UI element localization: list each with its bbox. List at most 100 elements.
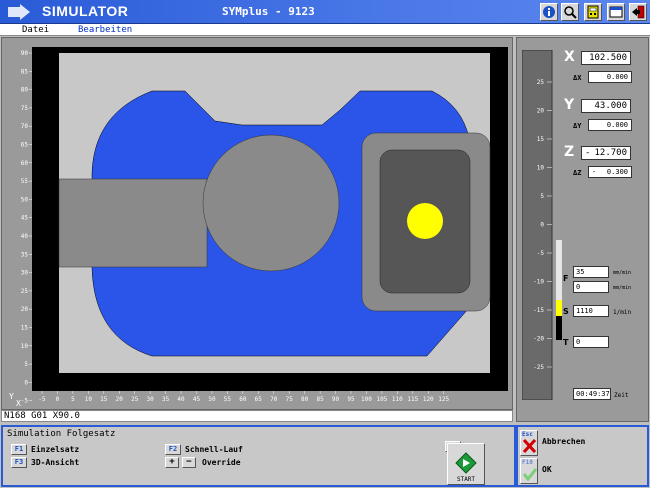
z-tick-label: -10 (533, 279, 544, 286)
f3-key[interactable]: F3 (11, 457, 27, 468)
x-tick-label: 0 (56, 396, 60, 403)
y-tick-label: 0 (24, 379, 28, 386)
ok-button[interactable]: F10 (520, 458, 538, 484)
y-tick-label: 25 (21, 288, 29, 295)
z-tick-label: 10 (537, 165, 545, 172)
x-axis-label: X (16, 399, 21, 408)
zoom-button[interactable] (561, 3, 579, 21)
x-tick-label: 40 (177, 396, 185, 403)
x-tick-label: 20 (116, 396, 124, 403)
x-tick-label: 75 (286, 396, 294, 403)
x-tick-label: 85 (316, 396, 324, 403)
holder-bar (58, 178, 208, 268)
calculator-icon (587, 5, 599, 19)
title-bar: SIMULATOR SYMplus - 9123 (0, 0, 650, 24)
feed-value-2: 0 (573, 281, 609, 293)
menu-bar: Datei Bearbeiten (0, 24, 650, 36)
feed-unit-2: mm/min (613, 285, 632, 291)
tool-letter: T (563, 338, 569, 347)
window-title: SYMplus - 9123 (222, 5, 315, 18)
override-label: Override (202, 458, 241, 467)
start-button[interactable]: START (447, 443, 485, 485)
simulation-view[interactable]: 90 85 80 75 70 65 60 55 50 45 40 35 30 25 20 15 10 5 0 -5 -… (1, 37, 513, 410)
menu-datei[interactable]: Datei (22, 24, 49, 36)
f10-key: F10 (522, 459, 533, 466)
override-minus-button[interactable]: − (182, 457, 196, 468)
delta-y-value: 0.000 (588, 119, 632, 131)
menu-bearbeiten[interactable]: Bearbeiten (78, 24, 132, 36)
x-tick-label: 100 (361, 396, 372, 403)
nc-block-line: N168 G01 X90.0 (1, 410, 513, 422)
z-scale: 25 20 15 10 5 0 -5 -10 -15 -20 -25 (522, 50, 562, 400)
z-tick-label: -25 (533, 364, 544, 371)
level-bar-upper (556, 240, 562, 300)
x-tick-label: 60 (239, 396, 247, 403)
check-icon (523, 468, 537, 481)
ok-label: OK (542, 465, 552, 474)
z-tick-label: 15 (537, 136, 545, 143)
delta-z-label: ΔZ (573, 169, 582, 177)
info-button[interactable] (540, 3, 558, 21)
x-tick-label: 110 (392, 396, 403, 403)
exit-button[interactable] (629, 3, 647, 21)
f1-label: Einzelsatz (31, 445, 80, 454)
cancel-button[interactable]: Esc (520, 430, 538, 456)
app-title: SIMULATOR (42, 3, 129, 19)
z-tick-label: -15 (533, 307, 544, 314)
z-axis-letter: Z (564, 144, 575, 160)
y-tick-label: 85 (21, 68, 29, 75)
spindle-value: 1110 (573, 305, 609, 317)
x-tick-label: 15 (100, 396, 108, 403)
x-tick-label: 90 (332, 396, 340, 403)
x-tick-label: 105 (376, 396, 387, 403)
delta-z-sign: - (592, 168, 597, 176)
panel-title: Simulation Folgesatz (7, 429, 116, 439)
spindle-letter: S (563, 307, 569, 316)
delta-z-box: - 0.300 (588, 166, 632, 178)
calculator-button[interactable] (584, 3, 602, 21)
y-axis-letter: Y (564, 97, 575, 113)
z-tick-label: 25 (537, 79, 545, 86)
x-tick-label: 80 (301, 396, 309, 403)
x-tick-label: 50 (208, 396, 216, 403)
x-tick-label: 45 (193, 396, 201, 403)
spindle-unit: 1/min (613, 309, 632, 316)
f2-key[interactable]: F2 (165, 444, 181, 455)
holder-disc (202, 134, 340, 272)
delta-x-label: ΔX (573, 74, 582, 82)
feed-letter: F (563, 274, 569, 283)
f3-label: 3D-Ansicht (31, 458, 80, 467)
window-button[interactable] (607, 3, 625, 21)
y-tick-label: 20 (21, 306, 29, 313)
y-tick-label: 60 (21, 160, 29, 167)
position-panel: 25 20 15 10 5 0 -5 -10 -15 -20 -25 X 102.500 ΔX 0.… (516, 37, 649, 422)
y-tick-label: 15 (21, 325, 29, 332)
y-tick-label: 10 (21, 343, 29, 350)
start-icon (455, 452, 477, 474)
tool-value: 0 (573, 336, 609, 348)
y-tick-label: 65 (21, 142, 29, 149)
simulation-canvas: 908580757065605550454035302520151050-5 -… (9, 47, 508, 408)
x-tick-label: -5 (38, 396, 46, 403)
x-position-value: 102.500 (581, 51, 631, 65)
y-tick-label: 45 (21, 215, 29, 222)
y-tick-label: -5 (21, 398, 29, 405)
window-icon (609, 6, 623, 18)
f1-key[interactable]: F1 (11, 444, 27, 455)
override-plus-button[interactable]: + (165, 457, 179, 468)
z-tick-label: -5 (537, 250, 545, 257)
simulator-window: SIMULATOR SYMplus - 9123 Datei Bearbeite… (0, 0, 650, 488)
info-icon (543, 6, 555, 18)
x-tick-label: 120 (423, 396, 434, 403)
x-tick-label: 95 (347, 396, 355, 403)
y-tick-label: 55 (21, 178, 29, 185)
x-tick-label: 10 (85, 396, 93, 403)
feed-unit-1: mm/min (613, 270, 632, 276)
x-tick-label: 65 (255, 396, 263, 403)
z-tick-label: 20 (537, 108, 545, 115)
esc-key: Esc (522, 431, 533, 438)
dialog-actions: Esc Abbrechen F10 OK (516, 425, 649, 487)
start-label: START (456, 476, 476, 483)
tool-marker (407, 203, 443, 239)
exit-icon (632, 5, 645, 19)
